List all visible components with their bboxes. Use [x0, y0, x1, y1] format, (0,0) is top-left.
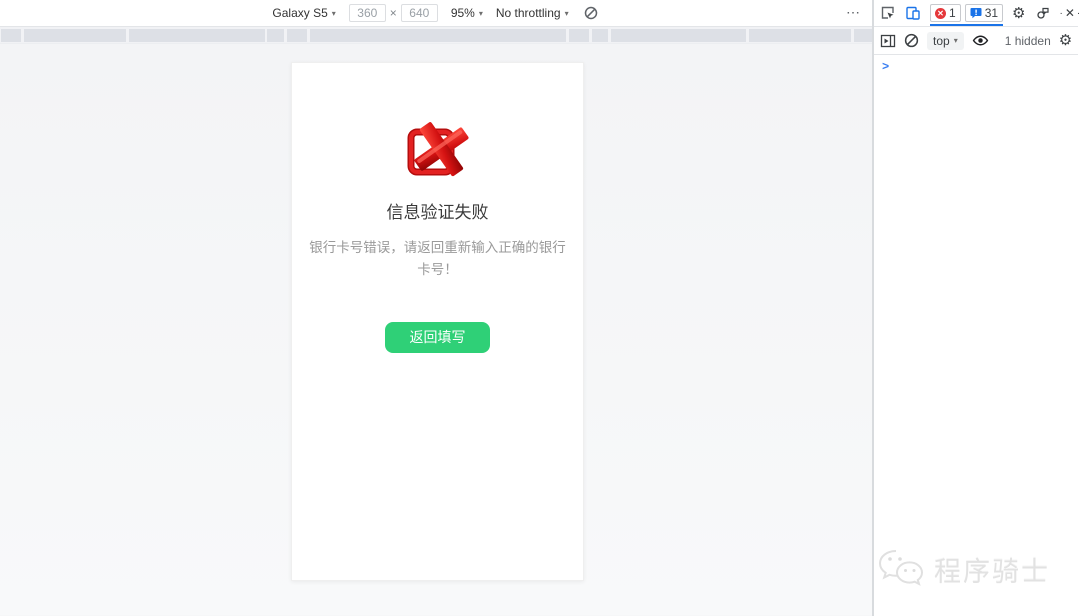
ruler-segment [749, 29, 851, 42]
viewport-width-input[interactable]: 360 [348, 4, 386, 22]
times-symbol: × [389, 6, 397, 20]
console-prompt-chevron[interactable]: > [882, 60, 889, 74]
error-result-card: 信息验证失败 银行卡号错误，请返回重新输入正确的银行卡号！ 返回填写 [291, 62, 584, 581]
ruler-segment [287, 29, 307, 42]
block-requests-icon[interactable] [582, 4, 600, 22]
devtools-main-toolbar: ✕ 1 31 ⚙ · ✕ · [874, 0, 1080, 27]
ruler-segment [129, 29, 265, 42]
clear-console-icon[interactable] [904, 32, 919, 50]
media-query-ruler [0, 27, 872, 44]
chevron-down-icon: ▾ [564, 8, 569, 18]
zoom-select[interactable]: 95% ▾ [451, 6, 483, 20]
settings-gear-icon[interactable]: ⚙ [1012, 6, 1025, 21]
ruler-segment [611, 29, 746, 42]
issues-count-badge[interactable]: 31 [964, 4, 1004, 22]
device-viewport: 信息验证失败 银行卡号错误，请返回重新输入正确的银行卡号！ 返回填写 [0, 44, 872, 615]
ruler-segment [24, 29, 126, 42]
error-icon: ✕ [935, 7, 946, 19]
devtools-window: Galaxy S5 ▾ 360 × 640 95% ▾ No throttlin… [0, 0, 1080, 616]
throttling-select[interactable]: No throttling ▾ [496, 6, 569, 20]
chevron-down-icon: ▾ [478, 8, 483, 18]
device-select-label: Galaxy S5 [272, 6, 328, 20]
ruler-segment [569, 29, 589, 42]
issues-count: 31 [984, 6, 999, 20]
console-messages-area[interactable]: > [874, 55, 1078, 616]
error-cross-icon [407, 122, 468, 177]
error-count: 1 [949, 6, 956, 20]
page-title: 信息验证失败 [386, 203, 489, 222]
device-toolbar-toggle-icon[interactable] [905, 4, 921, 22]
feedback-icon[interactable] [1035, 4, 1051, 22]
execution-context-selector[interactable]: top ▾ [927, 31, 964, 50]
viewport-height-input[interactable]: 640 [400, 4, 438, 22]
ruler-segment [1, 29, 21, 42]
hidden-messages-label: 1 hidden [1004, 33, 1051, 48]
device-select[interactable]: Galaxy S5 ▾ [272, 6, 335, 20]
ruler-segment [267, 29, 284, 42]
live-expression-eye-icon[interactable] [972, 32, 989, 50]
zoom-select-label: 95% [450, 6, 475, 20]
throttling-select-label: No throttling [495, 6, 561, 20]
close-devtools-icon[interactable]: · ✕ · [1060, 6, 1080, 20]
chevron-down-icon: ▾ [331, 8, 336, 18]
ruler-segment [592, 29, 608, 42]
console-toolbar: top ▾ Filter 1 hidden ⚙ [874, 27, 1078, 55]
error-count-badge[interactable]: ✕ 1 [930, 4, 961, 22]
device-toolbar: Galaxy S5 ▾ 360 × 640 95% ▾ No throttlin… [0, 0, 872, 27]
console-settings-gear-icon[interactable]: ⚙ [1059, 33, 1072, 48]
context-label: top [933, 33, 950, 48]
more-options-icon[interactable]: ⋯ [846, 4, 862, 21]
chevron-down-icon: ▾ [953, 36, 958, 45]
console-status-badges: ✕ 1 31 [930, 0, 1004, 26]
inspect-element-icon[interactable] [880, 4, 896, 22]
console-sidebar-toggle-icon[interactable] [880, 32, 896, 50]
ruler-segment [854, 29, 872, 42]
issues-bubble-icon [970, 8, 982, 19]
ruler-segment [310, 29, 566, 42]
devtools-panel: ✕ 1 31 ⚙ · ✕ · top ▾ 1 hidden ⚙ > [874, 0, 1080, 616]
viewport-size-controls: 360 × 640 [348, 4, 438, 22]
back-to-form-button[interactable]: 返回填写 [385, 321, 490, 353]
device-emulation-pane: Galaxy S5 ▾ 360 × 640 95% ▾ No throttlin… [0, 0, 874, 616]
error-description: 银行卡号错误，请返回重新输入正确的银行卡号！ [309, 240, 566, 278]
